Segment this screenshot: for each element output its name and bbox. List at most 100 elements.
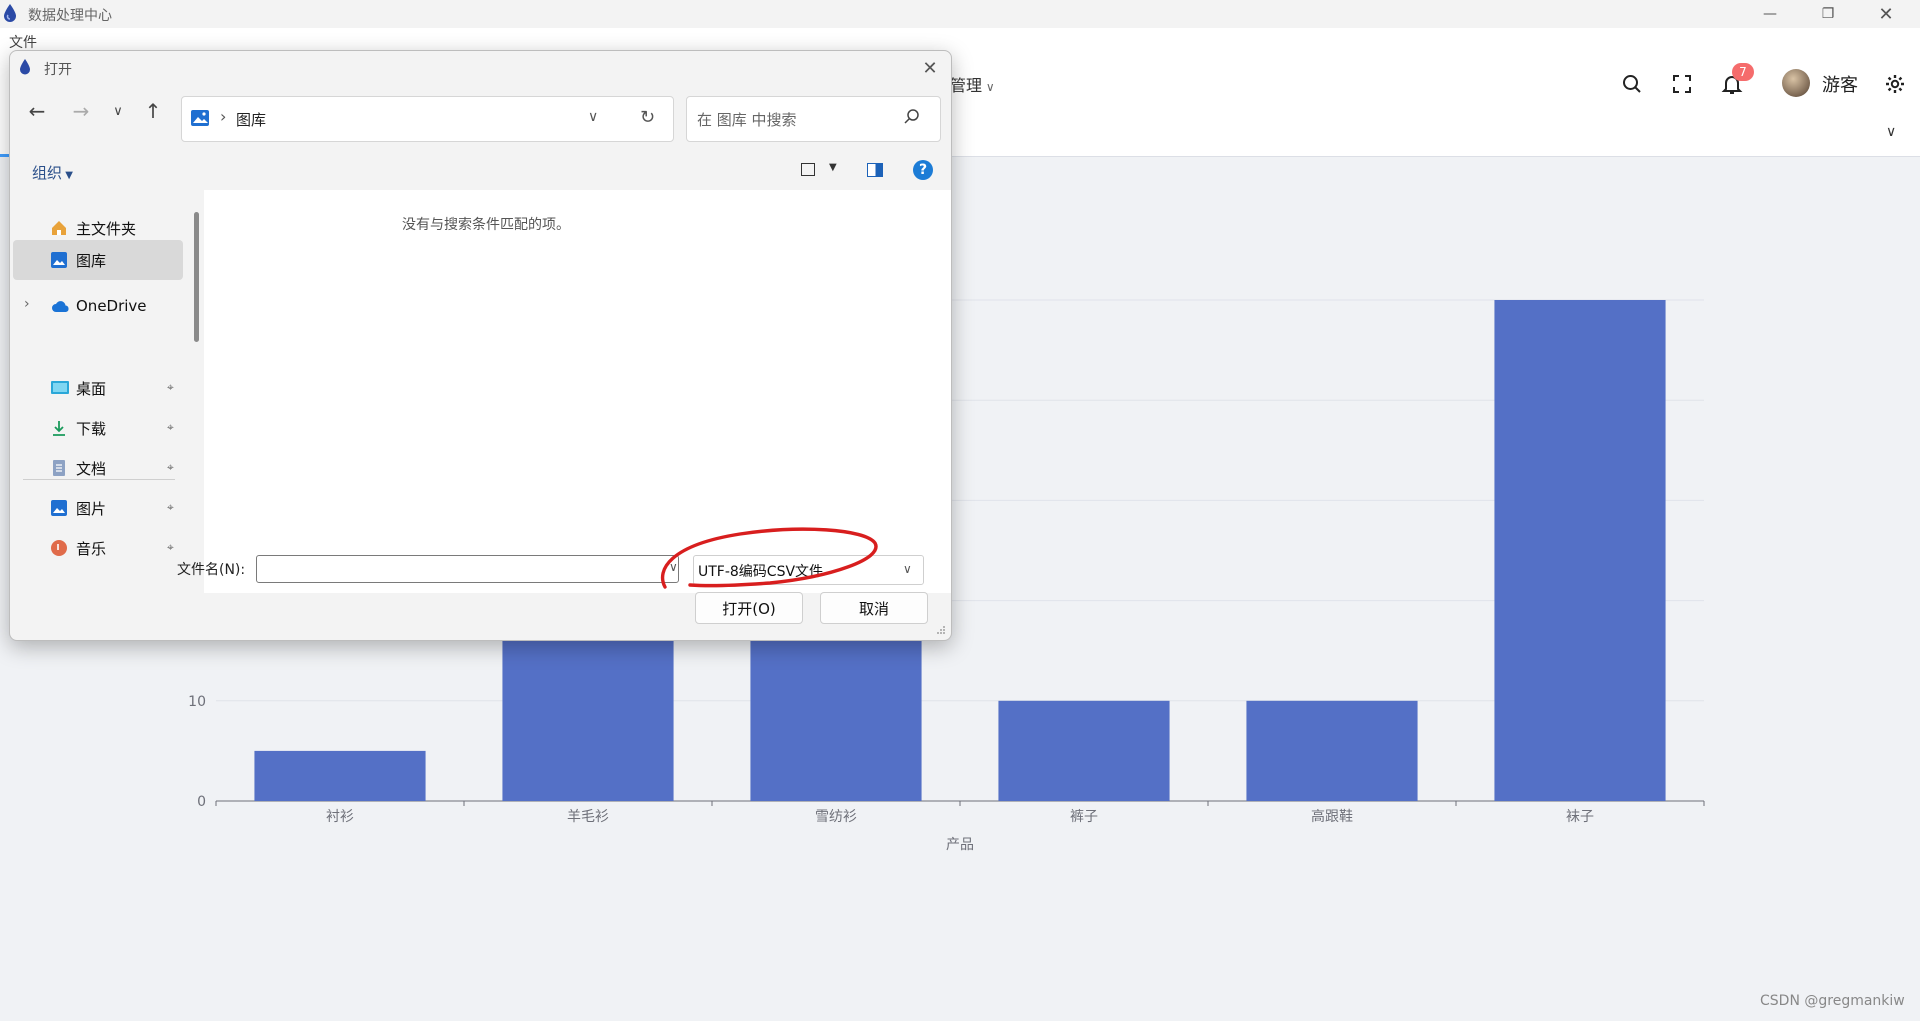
home-icon: [52, 221, 66, 235]
username[interactable]: 游客: [1822, 71, 1858, 97]
breadcrumb-separator-icon: ›: [220, 107, 227, 126]
menu-file[interactable]: 文件: [9, 32, 37, 52]
preview-pane-icon: [867, 163, 883, 177]
arrow-left-icon: ←: [28, 99, 46, 123]
nav-item-label: 文档: [76, 460, 107, 478]
avatar[interactable]: [1782, 69, 1810, 97]
organize-menu[interactable]: 组织 ▼: [32, 162, 73, 183]
annotation-circle: [660, 527, 878, 589]
x-axis-title: 产品: [946, 837, 974, 853]
dialog-close-button[interactable]: ✕: [916, 55, 944, 81]
dialog-app-icon: [20, 59, 30, 75]
music-icon: [51, 540, 67, 556]
nav-item-pictures[interactable]: 图片 ⌖: [10, 491, 180, 525]
restore-button[interactable]: ❐: [1805, 0, 1851, 28]
pin-icon[interactable]: ⌖: [167, 380, 174, 395]
up-button[interactable]: ↑: [138, 97, 168, 125]
nav-scrollbar[interactable]: [194, 212, 199, 342]
dialog-title: 打开: [44, 62, 72, 78]
resize-grip-icon[interactable]: [936, 625, 946, 635]
chevron-down-icon: ∨: [1886, 124, 1897, 140]
pin-icon[interactable]: ⌖: [167, 420, 174, 435]
nav-item-music[interactable]: 音乐 ⌖: [10, 531, 180, 565]
chevron-right-icon: ›: [24, 296, 30, 312]
cancel-button[interactable]: 取消: [820, 592, 928, 624]
fullscreen-icon[interactable]: [1670, 72, 1694, 96]
nav-item-label: 主文件夹: [76, 220, 137, 238]
gear-icon[interactable]: [1883, 72, 1907, 96]
nav-management-menu[interactable]: 管理 ∨: [950, 72, 995, 96]
nav-item-label: OneDrive: [76, 297, 147, 315]
chevron-down-icon: ∨: [903, 562, 912, 576]
nav-item-label: 下载: [76, 420, 107, 438]
desktop-icon: [51, 381, 69, 394]
search-icon: [904, 109, 919, 124]
filename-input[interactable]: ∨: [256, 555, 679, 583]
back-button[interactable]: ←: [22, 97, 52, 125]
view-options-button[interactable]: ▼: [801, 161, 845, 181]
minimize-icon: —: [1763, 6, 1777, 22]
nav-item-documents[interactable]: 文档 ⌖: [10, 451, 180, 485]
open-button[interactable]: 打开(O): [695, 592, 803, 624]
preview-pane-button[interactable]: [866, 161, 886, 181]
x-tick-label: 衬衫: [326, 809, 354, 825]
empty-message: 没有与搜索条件匹配的项。: [402, 217, 570, 233]
nav-management-label: 管理: [950, 76, 983, 95]
app-title: 数据处理中心: [28, 8, 112, 24]
download-icon: [53, 421, 65, 436]
arrow-right-icon: →: [72, 99, 90, 123]
notification-badge: 7: [1732, 63, 1754, 81]
bar: [1494, 300, 1666, 801]
chevron-down-icon: ∨: [982, 80, 995, 94]
search-icon[interactable]: [1620, 72, 1644, 96]
nav-item-label: 桌面: [76, 380, 107, 398]
x-tick-label: 袜子: [1566, 809, 1594, 825]
organize-label: 组织: [32, 164, 63, 182]
y-tick-label: 10: [188, 694, 206, 710]
pictures-icon: [51, 500, 67, 516]
x-tick-label: 裤子: [1070, 809, 1098, 825]
gallery-icon: [191, 110, 209, 126]
pin-icon[interactable]: ⌖: [167, 500, 174, 515]
watermark: CSDN @gregmankiw: [1760, 993, 1905, 1009]
nav-item-downloads[interactable]: 下载 ⌖: [10, 411, 180, 445]
nav-item-label: 音乐: [76, 540, 107, 558]
tabs-more-button[interactable]: ∨: [1886, 124, 1896, 140]
minimize-button[interactable]: —: [1747, 0, 1793, 28]
bar: [1246, 700, 1418, 801]
window-close-button[interactable]: ✕: [1863, 0, 1909, 28]
address-text: 图库: [236, 111, 267, 129]
x-tick-label: 雪纺衫: [815, 809, 857, 825]
nav-item-label: 图片: [76, 500, 107, 518]
search-box[interactable]: 在 图库 中搜索: [686, 96, 941, 142]
x-tick-label: 羊毛衫: [567, 809, 609, 825]
bar: [998, 700, 1170, 801]
document-icon: [53, 460, 65, 476]
cloud-icon: [52, 301, 69, 312]
close-icon: ✕: [922, 57, 938, 79]
address-bar[interactable]: › 图库 ∨ ↻: [181, 96, 674, 142]
nav-item-gallery[interactable]: 图库: [13, 240, 183, 280]
nav-item-onedrive[interactable]: › OneDrive: [10, 290, 180, 324]
filename-label: 文件名(N):: [177, 562, 246, 578]
app-title-bar: [0, 0, 1920, 28]
app-drop-icon: [4, 4, 16, 22]
nav-item-label: 图库: [76, 252, 107, 270]
forward-button[interactable]: →: [66, 97, 96, 125]
search-placeholder: 在 图库 中搜索: [697, 111, 797, 129]
navigation-pane: 主文件夹 图库 › OneDrive 桌面 ⌖ 下载 ⌖ 文档 ⌖ 图片 ⌖ 音…: [10, 190, 191, 593]
caret-down-icon: ▼: [829, 162, 837, 173]
recent-locations-button[interactable]: ∨: [103, 97, 133, 125]
caret-down-icon: ▼: [62, 170, 73, 181]
help-button[interactable]: ?: [913, 160, 933, 180]
close-icon: ✕: [1878, 3, 1894, 25]
pin-icon[interactable]: ⌖: [167, 540, 174, 555]
chevron-down-icon: ∨: [113, 103, 123, 119]
refresh-icon[interactable]: ↻: [640, 107, 655, 128]
menu-bar: [0, 28, 1920, 52]
nav-item-desktop[interactable]: 桌面 ⌖: [10, 371, 180, 405]
pin-icon[interactable]: ⌖: [167, 460, 174, 475]
gallery-icon: [51, 252, 67, 268]
x-tick-label: 高跟鞋: [1311, 808, 1353, 825]
chevron-down-icon[interactable]: ∨: [588, 109, 598, 125]
